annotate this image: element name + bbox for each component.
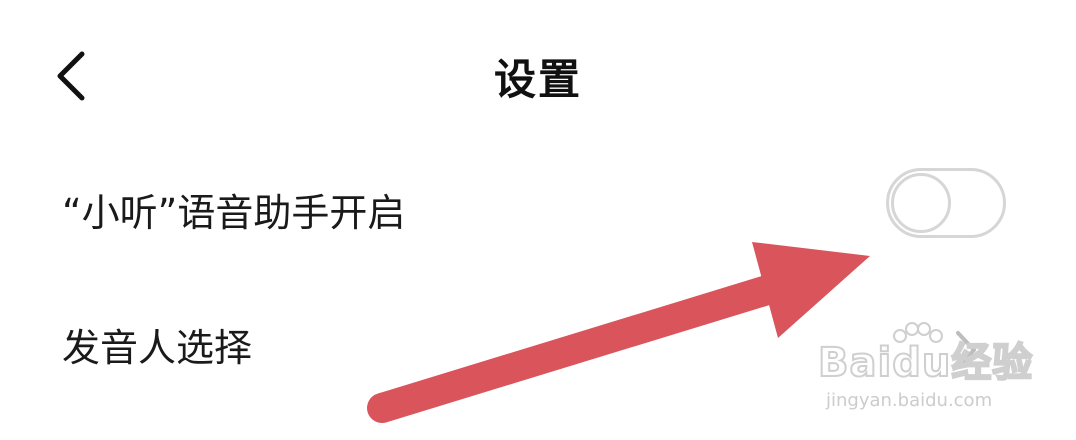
toggle-knob <box>891 173 951 233</box>
setting-row-voice-assistant: “小听”语音助手开启 <box>0 160 1076 270</box>
top-bar: 设置 <box>0 0 1076 150</box>
speaker-select-label: 发音人选择 <box>62 326 253 370</box>
voice-assistant-toggle[interactable] <box>886 168 1006 238</box>
voice-assistant-label: “小听”语音助手开启 <box>62 191 406 235</box>
watermark-brand: Baidu经验 <box>817 339 1034 387</box>
baidu-jingyan-watermark: Baidu经验 jingyan.baidu.com <box>817 322 1033 422</box>
watermark-brand-du: du <box>891 339 952 387</box>
watermark-brand-bai: Bai <box>817 339 893 387</box>
watermark-product: 经验 <box>950 339 1034 387</box>
watermark-url: jingyan.baidu.com <box>826 390 993 411</box>
page-title: 设置 <box>493 55 582 104</box>
